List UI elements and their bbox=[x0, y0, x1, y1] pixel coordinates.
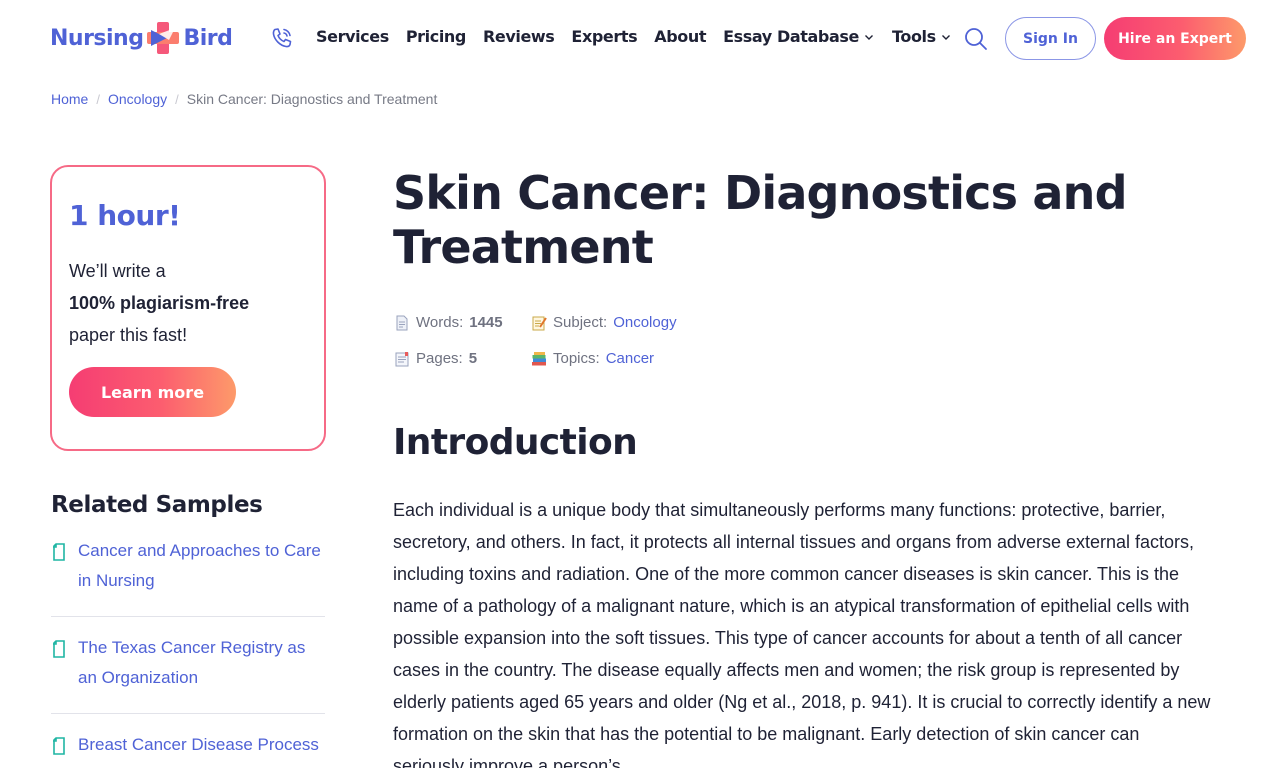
related-samples-title: Related Samples bbox=[51, 492, 263, 518]
meta-pages: Pages: 5 bbox=[394, 350, 477, 367]
nav-essay-database-label: Essay Database bbox=[723, 27, 859, 46]
breadcrumb-current: Skin Cancer: Diagnostics and Treatment bbox=[186, 91, 438, 107]
related-sample-link[interactable]: Cancer and Approaches to Care in Nursing bbox=[78, 536, 325, 596]
sign-in-button[interactable]: Sign In bbox=[1005, 17, 1096, 60]
books-icon bbox=[532, 351, 546, 365]
nav-experts[interactable]: Experts bbox=[571, 27, 637, 46]
meta-topics: Topics: Cancer bbox=[531, 350, 654, 367]
breadcrumb-home[interactable]: Home bbox=[51, 91, 88, 107]
nav-essay-database[interactable]: Essay Database bbox=[723, 27, 875, 46]
list-item: Breast Cancer Disease Process bbox=[51, 734, 325, 768]
meta-subject-link[interactable]: Oncology bbox=[613, 314, 676, 331]
logo-bird-cross-icon bbox=[147, 22, 180, 54]
chevron-down-icon bbox=[864, 34, 873, 40]
promo-line-3: paper this fast! bbox=[69, 325, 188, 345]
logo-text-nursing: Nursing bbox=[50, 25, 144, 51]
nav-pricing[interactable]: Pricing bbox=[406, 27, 467, 46]
list-item: Cancer and Approaches to Care in Nursing bbox=[51, 540, 325, 617]
learn-more-button[interactable]: Learn more bbox=[69, 367, 236, 417]
breadcrumb-separator: / bbox=[175, 91, 179, 107]
logo-text-bird: Bird bbox=[183, 25, 233, 51]
breadcrumb-separator: / bbox=[96, 91, 100, 107]
document-icon bbox=[53, 543, 65, 561]
related-sample-link[interactable]: The Texas Cancer Registry as an Organiza… bbox=[78, 633, 325, 693]
promo-line-2: 100% plagiarism-free bbox=[69, 293, 250, 313]
meta-subject-label: Subject: bbox=[553, 314, 608, 331]
main-nav: Services Pricing Reviews Experts About E… bbox=[316, 27, 969, 46]
related-samples-list: Cancer and Approaches to Care in Nursing… bbox=[51, 540, 325, 768]
site-header: Nursing Bird Services Pricing Reviews Ex… bbox=[0, 0, 1280, 76]
breadcrumb: Home / Oncology / Skin Cancer: Diagnosti… bbox=[51, 91, 437, 107]
section-heading: Introduction bbox=[393, 422, 638, 463]
memo-icon bbox=[532, 316, 547, 330]
phone-icon[interactable] bbox=[270, 26, 294, 50]
promo-text: We’ll write a 100% plagiarism-free paper… bbox=[69, 255, 249, 351]
meta-words: Words: 1445 bbox=[394, 314, 503, 331]
meta-topics-label: Topics: bbox=[553, 350, 600, 367]
page-icon bbox=[396, 315, 408, 330]
hire-expert-button[interactable]: Hire an Expert bbox=[1104, 17, 1246, 60]
meta-subject: Subject: Oncology bbox=[531, 314, 677, 331]
list-item: The Texas Cancer Registry as an Organiza… bbox=[51, 637, 325, 714]
promo-card: 1 hour! We’ll write a 100% plagiarism-fr… bbox=[50, 165, 326, 451]
promo-line-1: We’ll write a bbox=[69, 261, 166, 281]
nav-tools[interactable]: Tools bbox=[892, 27, 952, 46]
meta-words-value: 1445 bbox=[469, 314, 503, 331]
bookmark-tabs-icon bbox=[395, 351, 409, 366]
nav-about[interactable]: About bbox=[654, 27, 706, 46]
article-paragraph: Each individual is a unique body that si… bbox=[393, 500, 1211, 768]
meta-words-label: Words: bbox=[416, 314, 464, 331]
meta-topics-link[interactable]: Cancer bbox=[606, 350, 654, 367]
chevron-down-icon bbox=[941, 34, 950, 40]
related-sample-link[interactable]: Breast Cancer Disease Process bbox=[78, 730, 319, 760]
document-icon bbox=[53, 737, 65, 755]
nav-reviews[interactable]: Reviews bbox=[483, 27, 555, 46]
nav-services[interactable]: Services bbox=[316, 27, 389, 46]
breadcrumb-category[interactable]: Oncology bbox=[108, 91, 167, 107]
page-title: Skin Cancer: Diagnostics and Treatment bbox=[393, 166, 1128, 274]
nav-tools-label: Tools bbox=[891, 27, 936, 46]
promo-title: 1 hour! bbox=[69, 199, 181, 232]
meta-pages-label: Pages: bbox=[416, 350, 463, 367]
logo[interactable]: Nursing Bird bbox=[50, 20, 233, 56]
meta-pages-value: 5 bbox=[468, 350, 478, 367]
document-icon bbox=[53, 640, 65, 658]
search-icon[interactable] bbox=[963, 26, 989, 52]
